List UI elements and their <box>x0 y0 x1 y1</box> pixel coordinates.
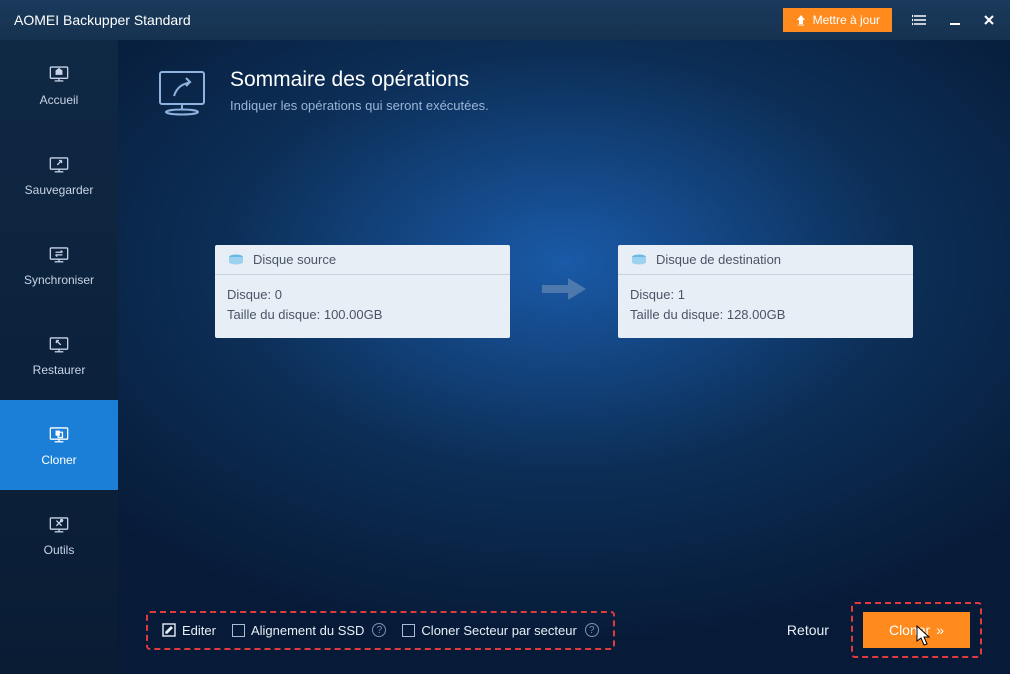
back-link[interactable]: Retour <box>787 622 829 638</box>
sidebar-item-backup[interactable]: Sauvegarder <box>0 130 118 220</box>
source-disk-box[interactable]: Disque source Disque: 0 Taille du disque… <box>215 245 510 338</box>
sidebar-label-sync: Synchroniser <box>24 273 94 287</box>
source-disk-line2: Taille du disque: 100.00GB <box>227 305 498 325</box>
sidebar-item-clone[interactable]: Cloner <box>0 400 118 490</box>
cursor-icon <box>916 625 932 652</box>
sidebar-label-backup: Sauvegarder <box>25 183 94 197</box>
page-title: Sommaire des opérations <box>230 68 489 92</box>
tools-icon <box>46 513 72 535</box>
menu-icon[interactable] <box>912 13 928 27</box>
sidebar-label-restore: Restaurer <box>33 363 86 377</box>
dest-disk-line2: Taille du disque: 128.00GB <box>630 305 901 325</box>
disk-row: Disque source Disque: 0 Taille du disque… <box>118 245 1010 338</box>
align-ssd-checkbox[interactable]: Alignement du SSD ? <box>232 623 386 638</box>
restore-icon <box>46 333 72 355</box>
align-ssd-label: Alignement du SSD <box>251 623 364 638</box>
chevron-right-icon: » <box>936 622 944 638</box>
clone-icon <box>46 423 72 445</box>
disk-icon <box>630 253 648 267</box>
source-title: Disque source <box>253 252 336 267</box>
options-highlight: Editer Alignement du SSD ? Cloner Secteu… <box>146 611 615 650</box>
source-disk-line1: Disque: 0 <box>227 285 498 305</box>
sidebar-item-sync[interactable]: Synchroniser <box>0 220 118 310</box>
disk-icon <box>227 253 245 267</box>
edit-label: Editer <box>182 623 216 638</box>
dest-title: Disque de destination <box>656 252 781 267</box>
main-panel: Sommaire des opérations Indiquer les opé… <box>118 40 1010 674</box>
upgrade-icon <box>795 14 807 26</box>
upgrade-button[interactable]: Mettre à jour <box>783 8 892 32</box>
checkbox-box-icon <box>402 624 415 637</box>
page-header: Sommaire des opérations Indiquer les opé… <box>118 40 1010 125</box>
sidebar-item-home[interactable]: Accueil <box>0 40 118 130</box>
edit-icon <box>162 623 176 637</box>
sidebar-label-home: Accueil <box>40 93 79 107</box>
backup-icon <box>46 153 72 175</box>
sidebar-item-restore[interactable]: Restaurer <box>0 310 118 400</box>
title-bar: AOMEI Backupper Standard Mettre à jour <box>0 0 1010 40</box>
clone-highlight: Cloner » <box>851 602 982 658</box>
arrow-icon <box>538 274 590 309</box>
sidebar-item-tools[interactable]: Outils <box>0 490 118 580</box>
dest-disk-line1: Disque: 1 <box>630 285 901 305</box>
page-subtitle: Indiquer les opérations qui seront exécu… <box>230 98 489 113</box>
sync-icon <box>46 243 72 265</box>
edit-link[interactable]: Editer <box>162 623 216 638</box>
sector-clone-label: Cloner Secteur par secteur <box>421 623 576 638</box>
close-icon[interactable] <box>982 13 996 27</box>
summary-icon <box>154 68 210 125</box>
dest-disk-box[interactable]: Disque de destination Disque: 1 Taille d… <box>618 245 913 338</box>
sidebar-label-clone: Cloner <box>41 453 76 467</box>
sidebar-label-tools: Outils <box>44 543 75 557</box>
sector-clone-checkbox[interactable]: Cloner Secteur par secteur ? <box>402 623 598 638</box>
bottom-bar: Editer Alignement du SSD ? Cloner Secteu… <box>118 602 1010 658</box>
home-icon <box>46 63 72 85</box>
app-title: AOMEI Backupper Standard <box>14 12 191 28</box>
help-icon[interactable]: ? <box>585 623 599 637</box>
checkbox-box-icon <box>232 624 245 637</box>
upgrade-label: Mettre à jour <box>813 13 880 27</box>
minimize-icon[interactable] <box>948 13 962 27</box>
sidebar: Accueil Sauvegarder Synchroniser Restaur… <box>0 40 118 674</box>
help-icon[interactable]: ? <box>372 623 386 637</box>
